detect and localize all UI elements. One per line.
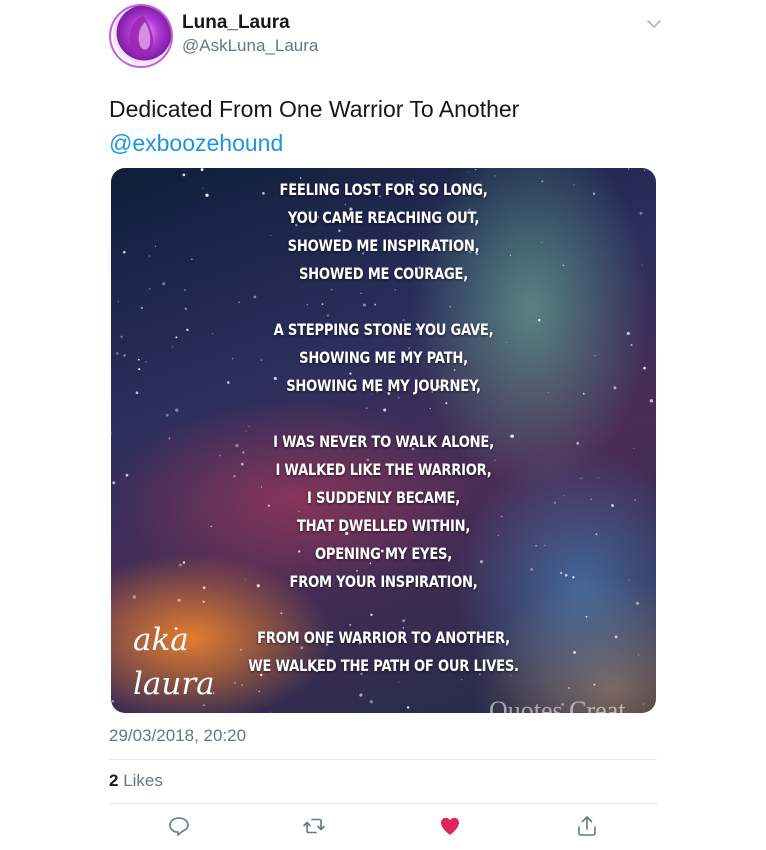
poem-line: SHOWING ME MY PATH, <box>299 348 468 367</box>
poem-line: I WAS NEVER TO WALK ALONE, <box>273 432 494 451</box>
signature-aka: aka <box>133 622 189 658</box>
poem-line: SHOWED ME INSPIRATION, <box>287 236 480 255</box>
user-handle[interactable]: @AskLuna_Laura <box>182 36 318 56</box>
poem-line: I WALKED LIKE THE WARRIOR, <box>275 460 492 479</box>
poem-line: FROM YOUR INSPIRATION, <box>289 572 478 591</box>
avatar[interactable] <box>109 4 173 68</box>
poem-stanza-gap <box>111 400 656 428</box>
star <box>258 690 261 693</box>
chevron-down-icon[interactable] <box>644 14 664 34</box>
poem-line: THAT DWELLED WITHIN, <box>296 516 471 535</box>
signature-laura: laura <box>133 666 215 702</box>
poem-line: SHOWING ME MY JOURNEY, <box>286 376 481 395</box>
star <box>644 170 646 172</box>
divider <box>109 759 657 760</box>
retweet-icon[interactable] <box>302 814 326 838</box>
poem-line: A STEPPING STONE YOU GAVE, <box>273 320 494 339</box>
poem-line: FEELING LOST FOR SO LONG, <box>279 180 488 199</box>
tweet-image[interactable]: FEELING LOST FOR SO LONG, YOU CAME REACHI… <box>111 168 656 713</box>
star <box>111 699 115 703</box>
star <box>467 171 469 173</box>
angel-wing-icon <box>129 16 153 56</box>
star <box>255 688 257 690</box>
star <box>369 700 373 704</box>
likes-number: 2 <box>109 771 119 790</box>
star <box>475 168 477 171</box>
poem-line: I SUDDENLY BECAME, <box>307 488 460 507</box>
star <box>359 693 363 697</box>
star <box>271 711 272 713</box>
tweet-body: Dedicated From One Warrior To Another <box>109 96 520 122</box>
image-watermark: Quotes Creat <box>489 696 626 713</box>
likes-count[interactable]: 2 Likes <box>109 771 163 791</box>
poem-line: SHOWED ME COURAGE, <box>298 264 469 283</box>
poem-stanza-gap <box>111 288 656 316</box>
star <box>568 686 570 689</box>
star <box>200 168 204 172</box>
mention-link[interactable]: @exboozehound <box>109 126 669 160</box>
reply-icon[interactable] <box>167 814 191 838</box>
share-icon[interactable] <box>575 814 599 838</box>
tweet-timestamp[interactable]: 29/03/2018, 20:20 <box>109 726 246 746</box>
tweet-text: Dedicated From One Warrior To Another @e… <box>109 92 669 160</box>
star <box>593 683 596 686</box>
poem-text: FEELING LOST FOR SO LONG, YOU CAME REACHI… <box>111 176 656 680</box>
divider <box>109 803 657 804</box>
tweet: Luna_Laura @AskLuna_Laura Dedicated From… <box>0 0 766 850</box>
display-name[interactable]: Luna_Laura <box>182 12 290 34</box>
poem-line: YOU CAME REACHING OUT, <box>287 208 480 227</box>
star <box>627 168 630 170</box>
poem-line: OPENING MY EYES, <box>315 544 452 563</box>
star <box>406 706 410 709</box>
star <box>398 681 400 683</box>
likes-label: Likes <box>123 771 163 790</box>
heart-icon[interactable] <box>438 814 462 838</box>
star <box>642 703 645 705</box>
image-signature: aka laura <box>133 618 243 706</box>
